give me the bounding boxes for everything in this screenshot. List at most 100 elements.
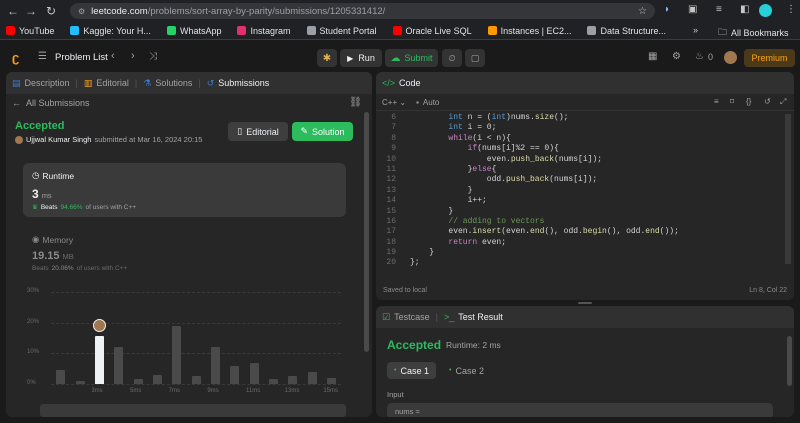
result-runtime: Runtime: 2 ms [446, 340, 501, 350]
runtime-bar[interactable] [307, 371, 317, 384]
bookmark-item[interactable]: Kaggle: Your H... [70, 26, 151, 36]
submitter-name[interactable]: Ujjwal Kumar Singh [26, 135, 91, 144]
forward-icon[interactable]: → [22, 4, 40, 18]
bookmark-item[interactable]: Student Portal [306, 26, 377, 36]
code-line: 8 while(i < n){ [376, 134, 776, 144]
runtime-bar[interactable] [288, 376, 298, 384]
code-text: return even; [448, 237, 507, 247]
runtime-bar[interactable] [94, 336, 104, 384]
saved-status: Saved to local [383, 287, 427, 294]
profile-avatar[interactable] [759, 4, 772, 17]
bookmark-favicon-icon [6, 26, 15, 35]
problem-list-icon[interactable]: ☰ [38, 51, 47, 62]
result-scrollbar[interactable] [787, 336, 792, 386]
runtime-bar[interactable] [210, 347, 220, 384]
runtime-bar[interactable] [114, 347, 124, 384]
prev-problem-icon[interactable]: ‹ [111, 50, 115, 62]
bookmark-favicon-icon [70, 26, 80, 35]
tab-test-result[interactable]: >_ Test Result [444, 312, 503, 322]
premium-button[interactable]: Premium [744, 49, 795, 67]
format-icon[interactable]: ≡ [714, 97, 719, 106]
case-2-tab[interactable]: • Case 2 [442, 362, 491, 379]
editor-toolbar: C++ ⌄ ▪ Auto ≡ ⌑ {} ↺ ⤢ [376, 94, 794, 111]
back-icon[interactable]: ← [4, 4, 22, 18]
memory-value: 19.15 [32, 250, 60, 262]
runtime-bar[interactable] [56, 370, 66, 384]
site-info-icon[interactable]: ⚙ [78, 7, 85, 16]
runtime-bar[interactable] [133, 379, 143, 384]
bookmark-item[interactable]: WhatsApp [166, 26, 221, 36]
solution-button[interactable]: ✎ Solution [292, 122, 353, 141]
bookmark-icon[interactable]: ⌑ [730, 97, 734, 106]
submitter-avatar [15, 135, 23, 144]
side-panel-icon[interactable]: ◧ [740, 4, 749, 15]
code-editor[interactable]: 6 int n = (int)nums.size(); 7 int i = 0; 8 wh… [376, 112, 776, 272]
run-button[interactable]: ▶ Run [340, 49, 382, 67]
auto-mode-label[interactable]: Auto [423, 98, 439, 107]
user-avatar[interactable] [724, 51, 737, 64]
tab-solutions[interactable]: ⚗ Solutions | [143, 78, 200, 89]
chrome-menu-icon[interactable]: ⋮ [786, 4, 796, 15]
tab-testcase[interactable]: ☑ Testcase | [382, 312, 438, 323]
tab-description[interactable]: ▤ Description | [12, 78, 78, 89]
shuffle-icon[interactable]: ⤨ [149, 51, 157, 62]
runtime-bar[interactable] [230, 365, 240, 384]
bookmark-item[interactable]: Instances | EC2... [487, 26, 571, 36]
streak-fire-icon[interactable]: ♨ [695, 51, 704, 62]
case-1-tab[interactable]: • Case 1 [387, 362, 436, 379]
runtime-bar[interactable] [249, 362, 259, 384]
problem-list-link[interactable]: Problem List [55, 52, 108, 63]
bookmark-item[interactable]: YouTube [6, 26, 54, 36]
runtime-bar[interactable] [326, 377, 336, 384]
share-link-icon[interactable]: ⛓ [349, 97, 362, 108]
bookmarks-overflow-icon[interactable]: » [693, 25, 698, 35]
runtime-unit: ms [41, 191, 52, 200]
code-text: even.push_back(nums[i]); [486, 154, 603, 164]
tab-submissions[interactable]: ↺ Submissions [207, 78, 270, 89]
tab-editorial[interactable]: ▥ Editorial | [84, 78, 137, 89]
bookmark-item[interactable]: Data Structure... [587, 26, 666, 36]
runtime-bar[interactable] [75, 380, 85, 384]
runtime-bar[interactable] [152, 374, 162, 384]
editor-scrollbar[interactable] [785, 114, 791, 264]
debug-button[interactable]: ✱ [317, 49, 337, 67]
runtime-value-row: 3 ms [32, 187, 52, 201]
left-panel-scrollbar[interactable] [364, 112, 369, 352]
reset-icon[interactable]: ↺ [764, 97, 771, 106]
media-controls-icon[interactable]: ≡ [716, 4, 722, 15]
reload-icon[interactable]: ↻ [42, 4, 60, 18]
memory-card[interactable]: ◉ Memory 19.15 MB Beats 20.06% of users w… [23, 228, 346, 278]
bug-icon: ✱ [322, 52, 332, 64]
runtime-value: 3 [32, 187, 39, 201]
settings-gear-icon[interactable]: ⚙ [672, 51, 681, 62]
all-bookmarks-button[interactable]: 🗀 All Bookmarks [718, 25, 789, 41]
line-number: 16 [386, 216, 396, 226]
runtime-bar[interactable] [172, 325, 182, 384]
fullscreen-icon[interactable]: ⤢ [780, 97, 786, 107]
address-bar[interactable]: ⚙ leetcode.com/problems/sort-array-by-pa… [70, 3, 655, 19]
extension-icon[interactable]: ◗ [664, 4, 670, 15]
all-submissions-link[interactable]: ← All Submissions [12, 98, 90, 108]
runtime-card[interactable]: ◷ Runtime 3 ms ♛ Beats 94.66% of users wi… [23, 163, 346, 217]
notes-button[interactable]: ▢ [465, 49, 485, 67]
runtime-bar[interactable] [191, 376, 201, 384]
line-number: 15 [386, 206, 396, 216]
runtime-bar[interactable] [268, 379, 278, 384]
braces-icon[interactable]: {} [746, 97, 751, 106]
panel-resize-handle[interactable] [578, 302, 592, 304]
bookmark-star-icon[interactable]: ☆ [638, 6, 647, 17]
layout-icon[interactable]: ▦ [648, 51, 657, 62]
timer-button[interactable]: ⏲ [442, 49, 462, 67]
extensions-puzzle-icon[interactable]: ▣ [688, 4, 697, 15]
code-line: 9 if(nums[i]%2 == 0){ [376, 144, 776, 154]
language-select[interactable]: C++ ⌄ [382, 98, 406, 107]
code-icon: </> [382, 78, 396, 88]
submit-button[interactable]: ☁ Submit [385, 49, 438, 67]
bookmark-item[interactable]: Instagram [237, 26, 291, 36]
next-problem-icon[interactable]: › [131, 50, 135, 62]
leetcode-logo[interactable]: ʗ [12, 50, 19, 65]
y-tick-label: 10% [27, 349, 40, 356]
editorial-button[interactable]: ▯ Editorial [228, 122, 288, 141]
memory-unit: MB [62, 252, 74, 261]
bookmark-item[interactable]: Oracle Live SQL [392, 26, 472, 36]
